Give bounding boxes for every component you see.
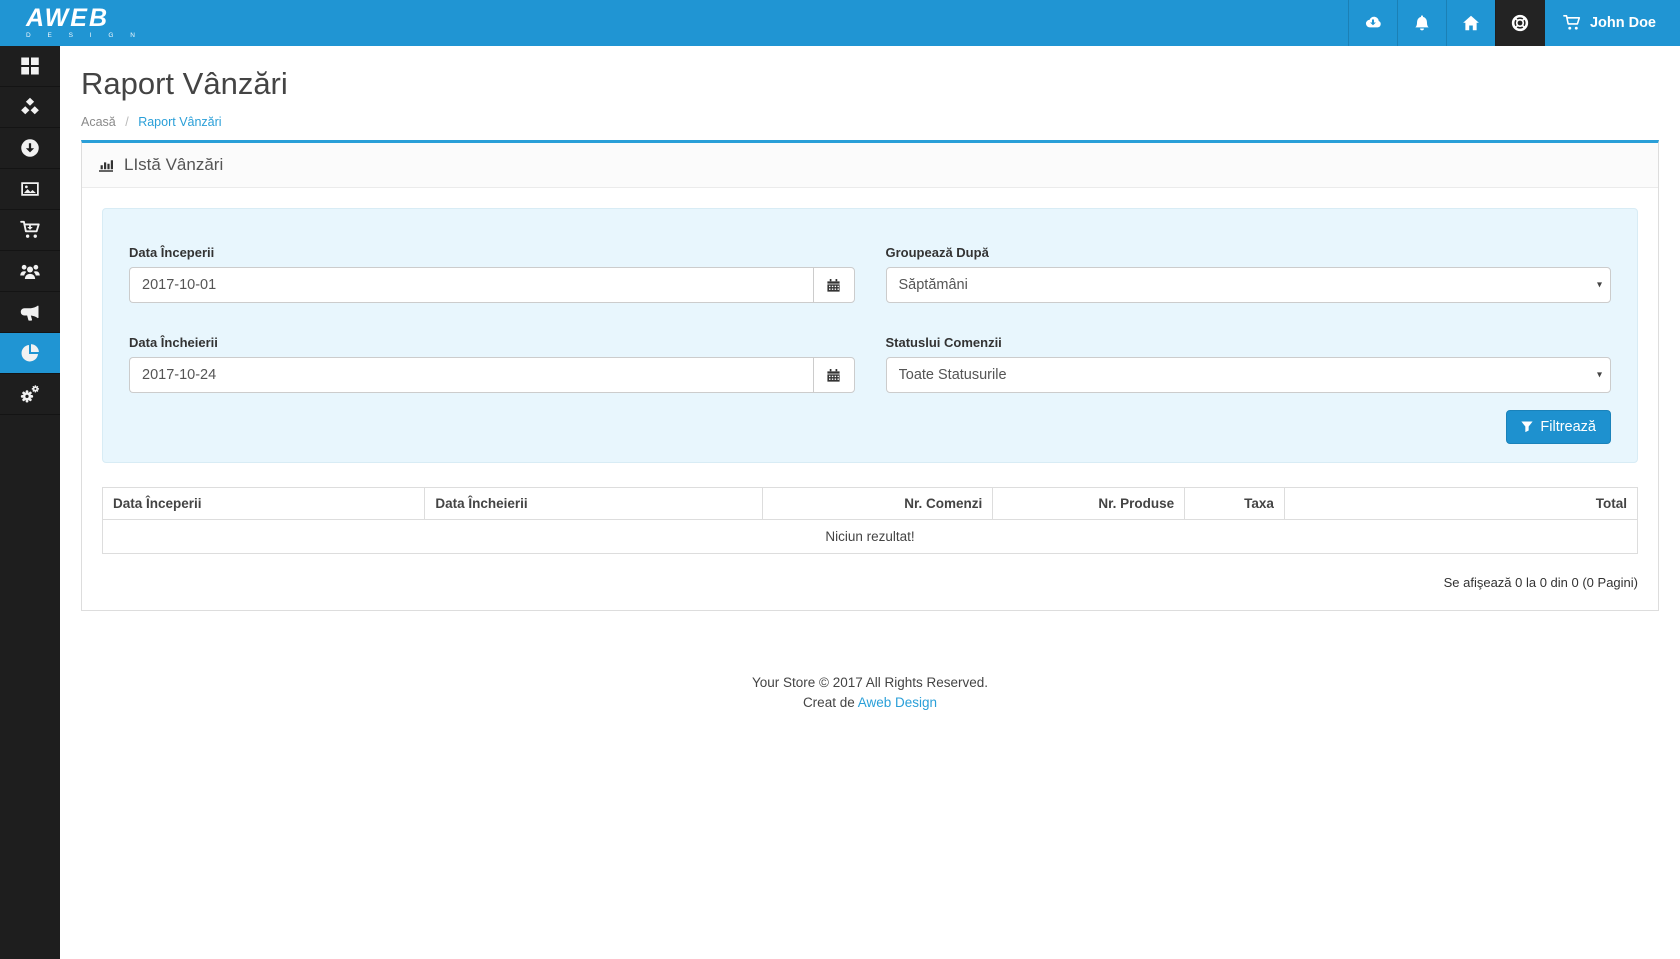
sidebar-item-catalog[interactable] [0, 87, 60, 128]
end-date-label: Data Încheierii [129, 335, 855, 350]
group-by-select-wrap: Săptămâni [886, 267, 1612, 303]
home-icon [1462, 14, 1480, 32]
sales-report-panel: LIstă Vânzări Data Începerii [81, 140, 1659, 611]
end-date-calendar-button[interactable] [813, 357, 855, 393]
copyright-text: Your Store © 2017 All Rights Reserved. [81, 673, 1659, 693]
sidebar-item-customers[interactable] [0, 251, 60, 292]
filter-button[interactable]: Filtrează [1506, 410, 1611, 444]
start-date-label: Data Începerii [129, 245, 855, 260]
sidebar-item-design[interactable] [0, 169, 60, 210]
col-tax: Taxa [1185, 488, 1285, 520]
page-footer: Your Store © 2017 All Rights Reserved. C… [81, 673, 1659, 714]
sidebar-item-extensions[interactable] [0, 128, 60, 169]
start-date-calendar-button[interactable] [813, 267, 855, 303]
sidebar-item-dashboard[interactable] [0, 46, 60, 87]
sidebar-item-reports[interactable] [0, 333, 60, 374]
table-header-row: Data Începerii Data Încheierii Nr. Comen… [103, 488, 1638, 520]
cogs-icon [20, 384, 40, 404]
user-menu[interactable]: John Doe [1545, 0, 1680, 46]
col-end-date: Data Încheierii [425, 488, 763, 520]
col-total: Total [1284, 488, 1637, 520]
notifications-button[interactable] [1397, 0, 1446, 46]
sidebar-item-sales[interactable] [0, 210, 60, 251]
life-ring-icon [1511, 14, 1529, 32]
bullhorn-icon [20, 302, 40, 322]
cloud-download-button[interactable] [1348, 0, 1397, 46]
breadcrumb-home-link[interactable]: Acasă [81, 115, 116, 129]
col-products: Nr. Produse [993, 488, 1185, 520]
page-title: Raport Vânzări [81, 66, 1659, 102]
topbar-actions: John Doe [1348, 0, 1680, 46]
order-status-label: Statuslui Comenzii [886, 335, 1612, 350]
order-status-group: Statuslui Comenzii Toate Statusurile [886, 335, 1612, 393]
sidebar-item-system[interactable] [0, 374, 60, 415]
filter-icon [1521, 421, 1533, 433]
col-orders: Nr. Comenzi [763, 488, 993, 520]
breadcrumb: Acasă / Raport Vânzări [81, 115, 1659, 129]
group-by-group: Groupează După Săptămâni [886, 245, 1612, 303]
cloud-download-icon [1364, 14, 1382, 32]
filter-well: Data Începerii [102, 208, 1638, 463]
end-date-input[interactable] [129, 357, 813, 393]
breadcrumb-current-link[interactable]: Raport Vânzări [138, 115, 221, 129]
empty-result-text: Niciun rezultat! [103, 520, 1638, 554]
pagination-info: Se afişează 0 la 0 din 0 (0 Pagini) [102, 575, 1638, 590]
credit-link[interactable]: Aweb Design [858, 695, 937, 710]
th-large-icon [20, 56, 40, 76]
logo-text: AWEB [26, 6, 142, 31]
start-date-input[interactable] [129, 267, 813, 303]
logo-subtext: D E S I G N [26, 33, 142, 40]
calendar-icon [826, 368, 841, 383]
sidebar-item-marketing[interactable] [0, 292, 60, 333]
sidebar [0, 46, 60, 959]
bell-icon [1413, 14, 1431, 32]
arrow-circle-down-icon [20, 138, 40, 158]
start-date-group: Data Începerii [129, 245, 855, 303]
group-by-select[interactable]: Săptămâni [886, 267, 1612, 303]
end-date-group: Data Încheierii [129, 335, 855, 393]
order-status-select-wrap: Toate Statusurile [886, 357, 1612, 393]
cubes-icon [20, 97, 40, 117]
group-by-label: Groupează După [886, 245, 1612, 260]
users-icon [20, 261, 40, 281]
empty-result-row: Niciun rezultat! [103, 520, 1638, 554]
support-button[interactable] [1495, 0, 1545, 46]
main-content: Raport Vânzări Acasă / Raport Vânzări LI… [60, 46, 1680, 714]
order-status-select[interactable]: Toate Statusurile [886, 357, 1612, 393]
sales-report-table: Data Începerii Data Încheierii Nr. Comen… [102, 487, 1638, 554]
credit-prefix: Creat de [803, 695, 855, 710]
calendar-icon [826, 278, 841, 293]
bar-chart-icon [98, 157, 114, 173]
user-name: John Doe [1590, 15, 1656, 31]
col-start-date: Data Începerii [103, 488, 425, 520]
breadcrumb-separator: / [125, 115, 128, 129]
top-header: AWEB D E S I G N [0, 0, 1680, 46]
panel-heading: LIstă Vânzări [82, 143, 1658, 188]
app-logo[interactable]: AWEB D E S I G N [0, 0, 142, 46]
panel-title: LIstă Vânzări [124, 155, 223, 175]
pie-chart-icon [20, 343, 40, 363]
cart-icon [1563, 14, 1581, 32]
home-button[interactable] [1446, 0, 1495, 46]
image-icon [20, 179, 40, 199]
cart-arrow-down-icon [20, 220, 40, 240]
